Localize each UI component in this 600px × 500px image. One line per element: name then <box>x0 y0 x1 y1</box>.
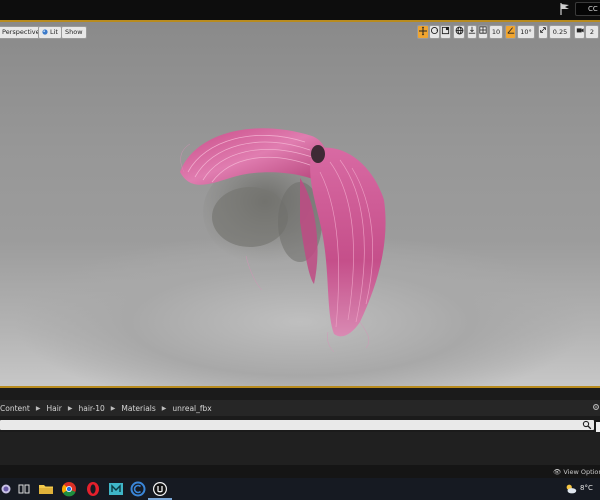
rotate-button[interactable] <box>429 25 440 39</box>
unreal-editor-window: CC Perspective Lit Show 10 10° 0.25 2 Co… <box>0 0 600 500</box>
top-menu-strip: CC <box>0 0 600 20</box>
scale-arrows-icon <box>540 27 546 33</box>
perspective-label: Perspective <box>2 28 40 36</box>
opera-icon[interactable] <box>85 481 101 497</box>
windows-taskbar: 8°C <box>0 478 600 500</box>
view-options-label: View Options <box>563 468 600 476</box>
rotation-snap-button[interactable] <box>505 25 516 39</box>
temperature-text[interactable]: 8°C <box>580 484 593 492</box>
breadcrumb-separator-icon: ▶ <box>35 404 41 412</box>
camera-speed-button[interactable] <box>574 25 585 39</box>
search-icon[interactable] <box>582 420 592 430</box>
lit-label: Lit <box>50 28 58 36</box>
asset-grid[interactable] <box>0 432 600 465</box>
breadcrumb-hair-10[interactable]: hair-10 <box>78 404 104 413</box>
media-player-icon[interactable] <box>108 481 124 497</box>
grid-snap-value-text: 10 <box>491 28 501 36</box>
breadcrumb-separator-icon: ▶ <box>110 404 116 412</box>
world-space-button[interactable] <box>453 25 465 39</box>
lit-button[interactable]: Lit <box>38 26 62 39</box>
lit-sphere-icon <box>42 28 48 35</box>
settings-gear-icon[interactable] <box>592 403 600 411</box>
eye-icon: 👁 <box>553 468 562 476</box>
ccleaner-icon[interactable] <box>130 481 146 497</box>
view-options-button[interactable]: 👁 View Options ▾ <box>553 468 600 476</box>
source-control-icon[interactable] <box>559 2 571 16</box>
rotation-snap-value-text: 10° <box>520 28 532 36</box>
breadcrumb-separator-icon: ▶ <box>67 404 73 412</box>
move-icon <box>419 26 427 36</box>
show-button[interactable]: Show <box>61 26 87 39</box>
hair-mesh-preview <box>180 128 386 353</box>
breadcrumb-content[interactable]: Content <box>0 404 30 413</box>
rotation-snap-value[interactable]: 10° <box>517 25 535 39</box>
top-right-button-label: CC <box>588 5 598 13</box>
level-viewport[interactable]: Perspective Lit Show 10 10° 0.25 2 <box>0 20 600 388</box>
surface-snap-icon <box>468 26 476 34</box>
angle-icon <box>506 27 514 34</box>
scale-snap-value[interactable]: 0.25 <box>549 25 571 39</box>
chrome-icon[interactable] <box>61 481 77 497</box>
scale-snap-button[interactable] <box>538 25 548 39</box>
breadcrumb-separator-icon: ▶ <box>161 404 167 412</box>
scale-button[interactable] <box>440 25 451 39</box>
select-translate-button[interactable] <box>417 25 429 39</box>
breadcrumb-materials[interactable]: Materials <box>121 404 155 413</box>
camera-speed-value-text: 2 <box>589 28 595 36</box>
breadcrumb-unreal-fbx[interactable]: unreal_fbx <box>172 404 211 413</box>
globe-icon <box>455 26 463 35</box>
show-label: Show <box>65 28 83 36</box>
grid-snap-value[interactable]: 10 <box>489 25 503 39</box>
weather-icon[interactable] <box>564 481 578 497</box>
rotate-icon <box>430 26 439 35</box>
task-view-icon[interactable] <box>16 481 32 497</box>
breadcrumb-hair[interactable]: Hair <box>46 404 61 413</box>
grid-snap-button[interactable] <box>478 25 488 39</box>
unreal-engine-icon[interactable] <box>152 481 168 497</box>
camera-speed-value[interactable]: 2 <box>585 25 599 39</box>
transform-toolbar: 10 10° 0.25 2 <box>417 25 600 40</box>
content-browser-panel: Content ▶ Hair ▶ hair-10 ▶ Materials ▶ u… <box>0 388 600 465</box>
surface-snap-button[interactable] <box>467 25 477 39</box>
camera-icon <box>576 28 584 33</box>
top-right-button[interactable]: CC <box>575 2 600 16</box>
search-icon[interactable] <box>0 481 16 497</box>
file-explorer-icon[interactable] <box>38 481 54 497</box>
grid-icon <box>479 26 487 34</box>
scale-snap-value-text: 0.25 <box>552 28 568 36</box>
asset-search-input[interactable] <box>0 420 594 430</box>
scale-icon <box>441 26 450 35</box>
breadcrumb: Content ▶ Hair ▶ hair-10 ▶ Materials ▶ u… <box>0 400 600 416</box>
